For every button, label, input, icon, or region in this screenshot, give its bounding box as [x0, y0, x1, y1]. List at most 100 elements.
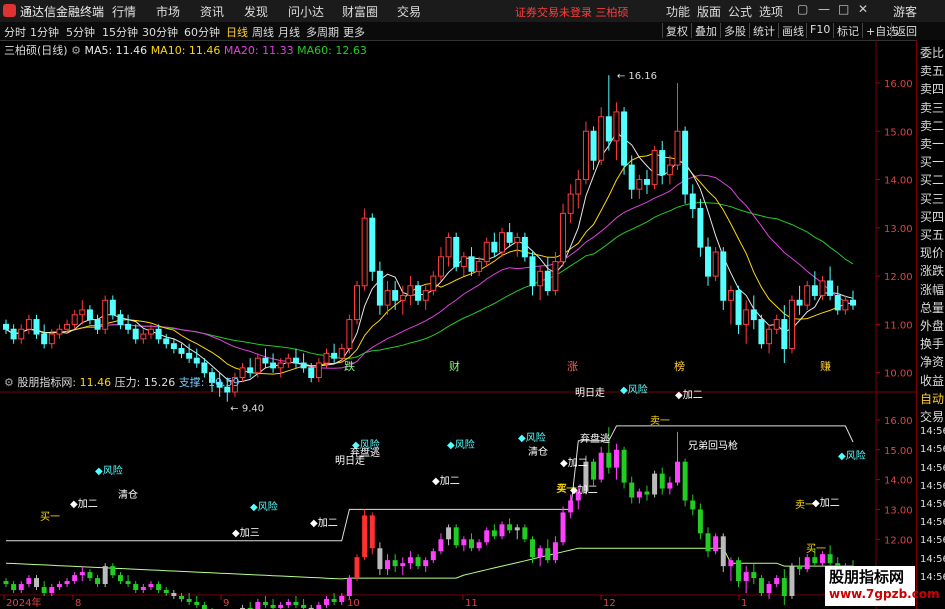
- tab-intraday[interactable]: 分时: [4, 24, 26, 40]
- candle-body: [109, 299, 116, 316]
- settings-gear-icon[interactable]: ⚙: [4, 376, 14, 389]
- tab-5min[interactable]: 5分钟: [66, 24, 95, 40]
- btn-adjust[interactable]: 复权: [662, 23, 688, 38]
- guest-login[interactable]: 游客: [893, 3, 917, 20]
- candle-body: [201, 362, 208, 374]
- candle-body: [689, 193, 696, 210]
- candle-body: [697, 208, 704, 248]
- menu-formula[interactable]: 公式: [728, 3, 752, 20]
- indicator-price: : 11.46: [72, 376, 112, 389]
- candle-body: [735, 290, 742, 325]
- sub-candle-body: [316, 604, 322, 609]
- settings-gear-icon[interactable]: ⚙: [71, 44, 81, 57]
- sub-candle-body: [407, 557, 413, 564]
- candle-body: [819, 280, 826, 296]
- tab-30min[interactable]: 30分钟: [142, 24, 178, 40]
- candle-body: [613, 111, 620, 142]
- candle-body: [247, 367, 254, 374]
- btn-overlay[interactable]: 叠加: [691, 23, 717, 38]
- btn-f10[interactable]: F10: [806, 23, 830, 38]
- sub-candle-body: [201, 604, 207, 609]
- menu-trade[interactable]: 交易: [397, 3, 421, 20]
- event-marker: 跌: [344, 359, 355, 373]
- menu-options[interactable]: 选项: [759, 3, 783, 20]
- sub-candle-body: [415, 557, 421, 567]
- candle-body: [674, 130, 681, 166]
- candle-body: [483, 241, 490, 263]
- side-panel-item: 14:56: [920, 462, 945, 474]
- sub-candle-body: [781, 578, 787, 596]
- sub-candle-body: [758, 578, 764, 593]
- sub-candle-body: [354, 557, 360, 579]
- sub-candle-body: [72, 575, 78, 582]
- candle-body: [102, 299, 109, 330]
- candle-body: [132, 328, 139, 340]
- sub-candle-body: [484, 530, 490, 543]
- btn-multi-stock[interactable]: 多股: [720, 23, 746, 38]
- candle-body: [170, 343, 177, 350]
- tab-multi-period[interactable]: 多周期: [306, 24, 339, 40]
- candle-body: [422, 290, 429, 301]
- sub-candle-body: [827, 554, 833, 564]
- menu-wealth-circle[interactable]: 财富圈: [342, 3, 378, 20]
- sub-candle-body: [125, 581, 131, 585]
- tab-1min[interactable]: 1分钟: [30, 24, 59, 40]
- maximize-icon[interactable]: □: [838, 2, 849, 16]
- side-panel-item: 买二: [920, 173, 945, 188]
- btn-back[interactable]: 返回: [891, 23, 917, 38]
- minimize-icon[interactable]: —: [818, 2, 830, 16]
- btn-mark[interactable]: 标记: [833, 23, 859, 38]
- side-panel-item: 卖二: [920, 118, 945, 133]
- tab-weekly[interactable]: 周线: [252, 24, 274, 40]
- tab-more[interactable]: 更多: [343, 24, 365, 40]
- sub-candle-body: [156, 584, 162, 591]
- candle-body: [743, 309, 750, 325]
- side-panel-item: 外盘: [920, 319, 945, 333]
- candle-body: [315, 362, 322, 379]
- kline-chart-area[interactable]: 16.00 15.00 14.00 13.00 12.00 11.00 10.00 16.00…: [0, 40, 916, 609]
- btn-draw[interactable]: 画线: [778, 23, 804, 38]
- side-panel-item[interactable]: 交易: [920, 408, 944, 425]
- candle-body: [361, 217, 368, 287]
- candle-body: [140, 333, 147, 340]
- candle-body: [147, 328, 154, 335]
- restore-icon[interactable]: ▢: [797, 2, 808, 16]
- signal-label: 明日走: [575, 387, 605, 399]
- menu-market[interactable]: 市场: [156, 3, 180, 20]
- candle-body: [804, 285, 811, 306]
- app-title: 通达信金融终端: [20, 5, 105, 19]
- sub-candle-body: [728, 560, 734, 567]
- sub-candle-body: [26, 578, 32, 585]
- tab-60min[interactable]: 60分钟: [184, 24, 220, 40]
- signal-label: ◆加二: [675, 389, 703, 401]
- period-tab-bar: 分时 1分钟 5分钟 15分钟 30分钟 60分钟 日线 周线 月线 多周期 更…: [0, 22, 945, 41]
- menu-layout[interactable]: 版面: [697, 3, 721, 20]
- side-panel-item[interactable]: 自动: [920, 390, 944, 407]
- tab-15min[interactable]: 15分钟: [102, 24, 138, 40]
- sub-candle-body: [613, 449, 619, 468]
- candle-body: [331, 352, 338, 359]
- y-tick-label: 13.00: [884, 224, 913, 235]
- sub-y-tick-label: 15.00: [884, 446, 913, 457]
- sub-candle-body: [117, 575, 123, 582]
- signal-label: ◆加三: [232, 527, 260, 539]
- sub-candle-body: [362, 515, 368, 558]
- candle-body: [842, 299, 849, 311]
- sub-candle-body: [270, 604, 276, 608]
- menu-news[interactable]: 资讯: [200, 3, 224, 20]
- sub-candle-body: [476, 542, 482, 549]
- close-icon[interactable]: ✕: [858, 2, 868, 16]
- tab-monthly[interactable]: 月线: [278, 24, 300, 40]
- tab-daily[interactable]: 日线: [226, 24, 248, 40]
- menu-market-quotes[interactable]: 行情: [112, 3, 136, 20]
- candle-body: [437, 256, 444, 277]
- candle-body: [590, 130, 597, 161]
- menu-discover[interactable]: 发现: [244, 3, 268, 20]
- btn-stats[interactable]: 统计: [749, 23, 775, 38]
- signal-label: 兄弟回马枪: [688, 439, 738, 452]
- signal-label: ◆加二: [432, 475, 460, 487]
- sub-candle-body: [64, 581, 70, 585]
- menu-ask[interactable]: 问小达: [288, 3, 324, 20]
- sub-candle-body: [644, 491, 650, 495]
- menu-functions[interactable]: 功能: [666, 3, 690, 20]
